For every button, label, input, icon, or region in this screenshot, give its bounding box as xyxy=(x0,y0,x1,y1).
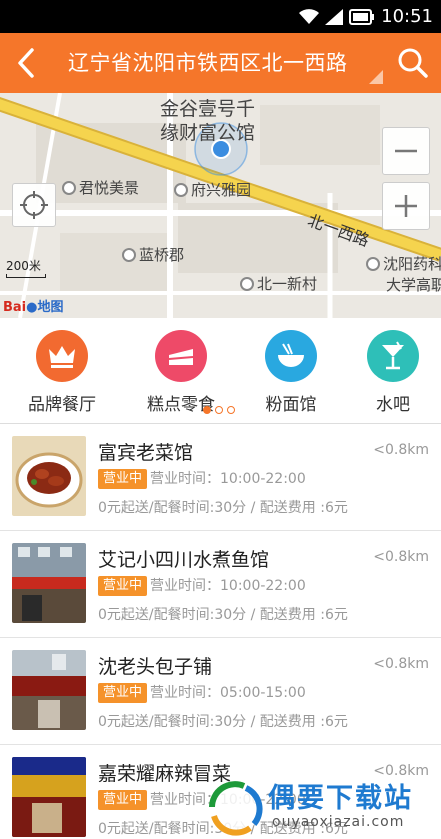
restaurant-name: 艾记小四川水煮鱼馆 xyxy=(98,549,270,571)
site-watermark: 偶要下载站 ouyaoxiazai.com xyxy=(200,772,441,839)
app-header: 辽宁省沈阳市铁西区北一西路 xyxy=(0,33,441,93)
map-scale-bar xyxy=(6,274,46,278)
map-poi-line2: 大学高职 xyxy=(386,276,441,294)
restaurant-delivery-info: 0元起送/配餐时间:30分 / 配送费用 :6元 xyxy=(98,500,348,516)
restaurant-name: 富宾老菜馆 xyxy=(98,442,194,464)
page-dot-active xyxy=(203,406,211,414)
restaurant-thumbnail xyxy=(12,543,86,623)
restaurant-hours: 营业时间：10:00-22:00 xyxy=(150,471,306,487)
restaurant-distance: <0.8km xyxy=(373,442,429,458)
poi-marker-icon xyxy=(366,256,380,271)
page-dot xyxy=(215,406,223,414)
restaurant-name: 沈老头包子铺 xyxy=(98,656,213,678)
status-badge: 营业中 xyxy=(98,469,148,489)
status-time: 10:51 xyxy=(381,6,433,27)
battery-icon xyxy=(349,9,375,25)
restaurant-distance: <0.8km xyxy=(373,549,429,565)
status-badge: 营业中 xyxy=(98,683,148,703)
crown-icon xyxy=(36,330,88,382)
crosshair-icon xyxy=(20,191,48,219)
category-noodle-shop[interactable]: 粉面馆 xyxy=(246,330,336,415)
poi-marker-icon xyxy=(174,182,188,197)
restaurant-delivery-info: 0元起送/配餐时间:30分 / 配送费用 :6元 xyxy=(98,714,348,730)
map-landmark-label: 金谷壹号千 缘财富公馆 xyxy=(160,98,256,144)
map-poi[interactable]: 蓝桥郡 xyxy=(122,244,184,265)
back-arrow-icon xyxy=(18,48,34,78)
page-indicator xyxy=(203,406,235,414)
map-poi[interactable]: 府兴雅园 xyxy=(174,179,251,200)
back-button[interactable] xyxy=(10,45,42,81)
map-view[interactable]: 金谷壹号千 缘财富公馆 君悦美景 府兴雅园 蓝桥郡 北一新村 沈阳药科 大学高职… xyxy=(0,93,441,318)
app-screen: 10:51 辽宁省沈阳市铁西区北一西路 金谷壹号千 缘财富公馆 君悦美景 府兴雅… xyxy=(0,0,441,839)
restaurant-hours: 营业时间：05:00-15:00 xyxy=(150,685,306,701)
restaurant-thumbnail xyxy=(12,650,86,730)
status-bar: 10:51 xyxy=(0,0,441,33)
noodle-bowl-icon xyxy=(265,330,317,382)
restaurant-thumbnail xyxy=(12,757,86,837)
watermark-logo-icon xyxy=(209,781,263,836)
cake-icon xyxy=(155,330,207,382)
category-label: 粉面馆 xyxy=(265,395,317,415)
category-bar: 品牌餐厅 糕点零食 粉面馆 水吧 xyxy=(0,318,441,424)
search-icon[interactable] xyxy=(397,47,429,79)
status-badge: 营业中 xyxy=(98,576,148,596)
zoom-in-button[interactable] xyxy=(382,182,430,230)
cocktail-icon xyxy=(367,330,419,382)
page-dot xyxy=(227,406,235,414)
poi-marker-icon xyxy=(62,180,76,195)
location-title[interactable]: 辽宁省沈阳市铁西区北一西路 xyxy=(68,47,348,79)
status-badge: 营业中 xyxy=(98,790,148,810)
watermark-title: 偶要下载站 xyxy=(268,783,413,814)
category-pastry-snacks[interactable]: 糕点零食 xyxy=(136,330,226,415)
signal-icon xyxy=(325,9,344,25)
locate-me-button[interactable] xyxy=(12,183,56,227)
map-poi[interactable]: 君悦美景 xyxy=(62,177,139,198)
category-drink-bar[interactable]: 水吧 xyxy=(348,330,438,415)
poi-marker-icon xyxy=(240,276,254,291)
category-brand-restaurant[interactable]: 品牌餐厅 xyxy=(17,330,107,415)
zoom-out-button[interactable] xyxy=(382,127,430,175)
restaurant-row[interactable]: 艾记小四川水煮鱼馆 <0.8km 营业中 营业时间：10:00-22:00 0元… xyxy=(0,531,441,638)
baidu-map-logo: Bai●地图 xyxy=(3,300,64,315)
status-icons: 10:51 xyxy=(299,6,433,28)
restaurant-row[interactable]: 沈老头包子铺 <0.8km 营业中 营业时间：05:00-15:00 0元起送/… xyxy=(0,638,441,745)
watermark-url: ouyaoxiazai.com xyxy=(272,814,405,830)
restaurant-row[interactable]: 富宾老菜馆 <0.8km 营业中 营业时间：10:00-22:00 0元起送/配… xyxy=(0,424,441,531)
map-scale-label: 200米 xyxy=(6,259,41,273)
paw-icon: ● xyxy=(26,300,38,315)
category-label: 品牌餐厅 xyxy=(28,395,96,415)
wifi-icon xyxy=(299,9,320,24)
map-poi[interactable]: 沈阳药科 xyxy=(366,253,441,274)
restaurant-distance: <0.8km xyxy=(373,656,429,672)
poi-marker-icon xyxy=(122,247,136,262)
restaurant-delivery-info: 0元起送/配餐时间:30分 / 配送费用 :6元 xyxy=(98,607,348,623)
category-label: 水吧 xyxy=(376,395,410,415)
plus-icon xyxy=(395,195,417,217)
dropdown-corner-icon xyxy=(369,70,383,84)
restaurant-hours: 营业时间：10:00-22:00 xyxy=(150,578,306,594)
map-poi[interactable]: 北一新村 xyxy=(240,273,317,294)
restaurant-thumbnail xyxy=(12,436,86,516)
minus-icon xyxy=(395,149,417,153)
